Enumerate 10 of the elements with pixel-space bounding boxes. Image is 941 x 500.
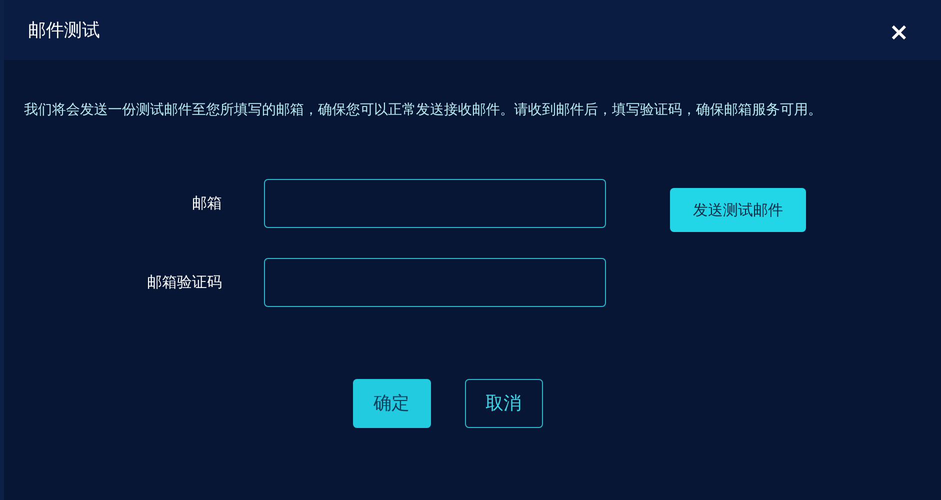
input-field[interactable] [264,178,606,228]
dialog-title: 邮件测试 [28,18,100,42]
field-label: 邮箱验证码 [146,272,222,294]
send-test-email-button[interactable]: 发送测试邮件 [670,188,806,232]
input-field[interactable] [264,258,606,307]
close-button[interactable]: × [888,20,909,44]
cancel-button[interactable]: 取消 [464,379,542,428]
field-label: 邮箱 [191,192,222,214]
description-text: 我们将会发送一份测试邮件至您所填写的邮箱，确保您可以正常发送接收邮件。请收到邮件后，填写验证码，确保邮箱服务可用。 [23,101,823,120]
confirm-button[interactable]: 确定 [352,379,430,428]
